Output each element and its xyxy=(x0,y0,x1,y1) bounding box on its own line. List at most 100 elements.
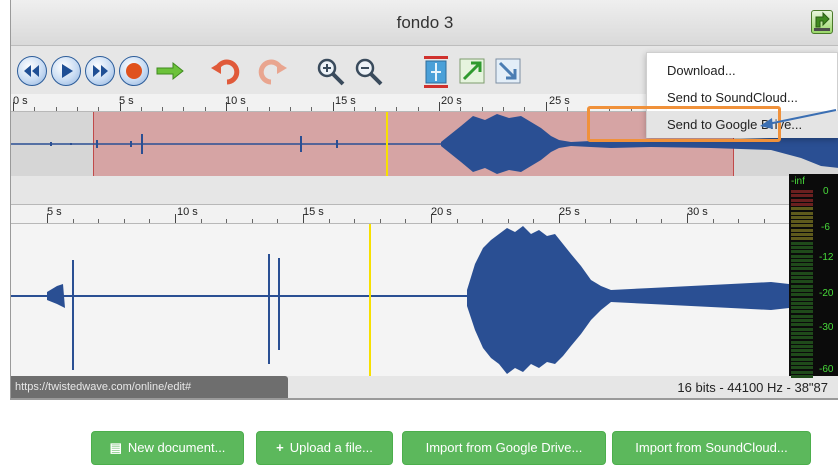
play-icon xyxy=(62,64,73,78)
ruler-minor-tick xyxy=(763,219,765,223)
overview-tick-label: 10 s xyxy=(225,95,246,107)
fit-height-button[interactable] xyxy=(421,56,451,88)
redo-button[interactable] xyxy=(253,56,287,86)
zoom-out-icon xyxy=(355,58,383,86)
ruler-minor-tick xyxy=(76,107,78,111)
meter-segment xyxy=(791,336,813,340)
ruler-major-tick xyxy=(47,214,48,223)
fit-height-icon xyxy=(424,56,448,88)
meter-label: -6 xyxy=(821,222,830,233)
main-tick-label: 20 s xyxy=(431,206,452,218)
main-playhead[interactable] xyxy=(369,224,371,376)
meter-segment xyxy=(791,331,813,335)
meter-segment xyxy=(791,263,813,267)
ruler-minor-tick xyxy=(268,107,270,111)
ruler-major-tick xyxy=(13,102,14,111)
main-tick-label: 15 s xyxy=(303,206,324,218)
ruler-minor-tick xyxy=(311,107,313,111)
ruler-minor-tick xyxy=(226,219,228,223)
ruler-minor-tick xyxy=(610,219,612,223)
ruler-minor-tick xyxy=(183,107,185,111)
annotation-highlight-box xyxy=(587,106,781,142)
meter-segment xyxy=(791,280,813,284)
ruler-minor-tick xyxy=(98,219,100,223)
meter-label: -12 xyxy=(819,252,834,263)
meter-segment xyxy=(791,301,813,305)
ruler-minor-tick xyxy=(200,219,202,223)
shrink-button[interactable] xyxy=(493,56,523,86)
title-bar: fondo 3 xyxy=(11,0,838,46)
meter-segment xyxy=(791,362,813,365)
record-button[interactable] xyxy=(119,56,149,86)
ruler-major-tick xyxy=(545,102,547,111)
meter-segment xyxy=(791,190,813,193)
undo-button[interactable] xyxy=(211,56,241,86)
meter-segment xyxy=(791,366,813,370)
rewind-button[interactable] xyxy=(17,56,47,86)
meter-segment xyxy=(791,241,813,245)
zoom-out-button[interactable] xyxy=(353,56,383,86)
ruler-minor-tick xyxy=(55,107,57,111)
ruler-minor-tick xyxy=(353,107,355,111)
new-document-button[interactable]: ▤ New document... xyxy=(91,431,244,465)
meter-segment xyxy=(791,233,813,236)
meter-segment xyxy=(791,297,813,301)
go-arrow-icon xyxy=(156,61,184,81)
ruler-minor-tick xyxy=(34,107,36,111)
play-button[interactable] xyxy=(51,56,81,86)
ruler-minor-tick xyxy=(481,107,483,111)
fast-forward-button[interactable] xyxy=(85,56,115,86)
ruler-minor-tick xyxy=(277,219,279,223)
go-button[interactable] xyxy=(155,56,185,86)
twistedwave-app: fondo 3 0 s 5 s 10 s 15 s 20 s 25 s 5 s … xyxy=(0,0,838,475)
ruler-major-tick xyxy=(431,214,432,223)
import-soundcloud-button[interactable]: Import from SoundCloud... xyxy=(612,431,811,465)
meter-segment xyxy=(791,224,813,228)
meter-segment xyxy=(791,323,813,327)
ruler-minor-tick xyxy=(123,219,125,223)
import-google-drive-button[interactable]: Import from Google Drive... xyxy=(402,431,606,465)
upload-file-button[interactable]: + Upload a file... xyxy=(256,431,393,465)
meter-segment xyxy=(791,267,813,271)
meter-segment xyxy=(791,228,813,232)
overview-tick-label: 25 s xyxy=(549,95,570,107)
import-soundcloud-label: Import from SoundCloud... xyxy=(635,440,788,455)
meter-segment xyxy=(791,276,813,279)
meter-segment xyxy=(791,258,813,262)
main-time-ruler: 5 s 10 s 15 s 20 s 25 s 30 s xyxy=(11,204,838,224)
meter-segment xyxy=(791,357,813,361)
meter-segment xyxy=(791,271,813,275)
redo-icon xyxy=(258,59,287,85)
meter-segment xyxy=(791,310,813,314)
meter-segment xyxy=(791,254,813,258)
ruler-minor-tick xyxy=(482,219,484,223)
ruler-minor-tick xyxy=(140,107,142,111)
main-waveform[interactable] xyxy=(11,224,789,376)
export-button[interactable] xyxy=(811,10,833,34)
overview-playhead[interactable] xyxy=(386,112,388,176)
document-icon: ▤ xyxy=(109,440,122,455)
menu-item-download[interactable]: Download... xyxy=(647,57,838,84)
ruler-minor-tick xyxy=(502,107,504,111)
shrink-icon xyxy=(495,58,521,84)
ruler-minor-tick xyxy=(149,219,151,223)
export-icon xyxy=(814,11,830,31)
rewind-icon xyxy=(24,65,39,77)
overview-tick-label: 5 s xyxy=(119,95,134,107)
zoom-in-button[interactable] xyxy=(315,56,345,86)
ruler-major-tick xyxy=(226,102,227,111)
meter-segment xyxy=(791,220,813,224)
zoom-in-icon xyxy=(317,58,345,86)
overview-tick-label: 0 s xyxy=(13,95,28,107)
grow-button[interactable] xyxy=(457,56,487,86)
ruler-minor-tick xyxy=(417,107,419,111)
ruler-minor-tick xyxy=(533,219,535,223)
level-meter: -inf 0 -6 -12 -20 -30 -60 xyxy=(789,174,838,378)
meter-segment xyxy=(791,370,813,374)
upload-file-label: Upload a file... xyxy=(289,440,373,455)
ruler-major-tick xyxy=(332,102,334,111)
ruler-major-tick xyxy=(559,214,560,223)
ruler-minor-tick xyxy=(328,219,330,223)
main-tick-label: 25 s xyxy=(559,206,580,218)
meter-segment xyxy=(791,245,813,249)
